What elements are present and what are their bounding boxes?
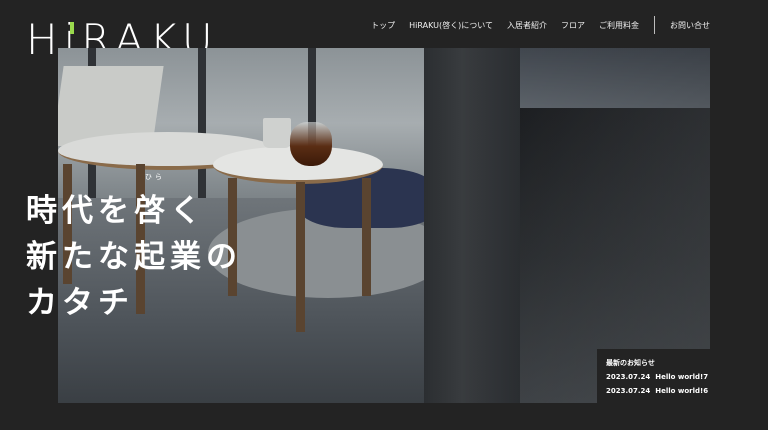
catch-line-3: カタチ (26, 285, 134, 321)
news-date: 2023.07.24 (606, 387, 651, 395)
nav-item-about[interactable]: HiRAKU(啓く)について (409, 20, 493, 31)
nav-item-top[interactable]: トップ (371, 20, 395, 31)
news-item[interactable]: 2023.07.24 Hello world!7 (606, 373, 708, 381)
news-title: 最新のお知らせ (606, 359, 655, 367)
news-link[interactable]: Hello world!6 (655, 387, 708, 395)
global-nav: トップ HiRAKU(啓く)について 入居者紹介 フロア ご利用料金 お問い合せ (357, 16, 710, 34)
news-item[interactable]: 2023.07.24 Hello world!6 (606, 387, 708, 395)
catch-line-1: 時代を啓く (26, 193, 206, 229)
catch-line-2: 新たな起業の (26, 239, 242, 275)
news-date: 2023.07.24 (606, 373, 651, 381)
news-link[interactable]: Hello world!7 (655, 373, 708, 381)
nav-item-pricing[interactable]: ご利用料金 (599, 20, 639, 31)
news-panel: 最新のお知らせ 2023.07.24 Hello world!7 2023.07… (597, 349, 710, 403)
nav-item-floor[interactable]: フロア (561, 20, 585, 31)
nav-contact-link[interactable]: お問い合せ (670, 20, 710, 31)
catch-ruby: ひら (145, 173, 165, 181)
nav-item-tenants[interactable]: 入居者紹介 (507, 20, 547, 31)
nav-divider (654, 16, 655, 34)
hero-catchcopy: 時代を啓く 新たな起業の カタチ (26, 188, 242, 326)
